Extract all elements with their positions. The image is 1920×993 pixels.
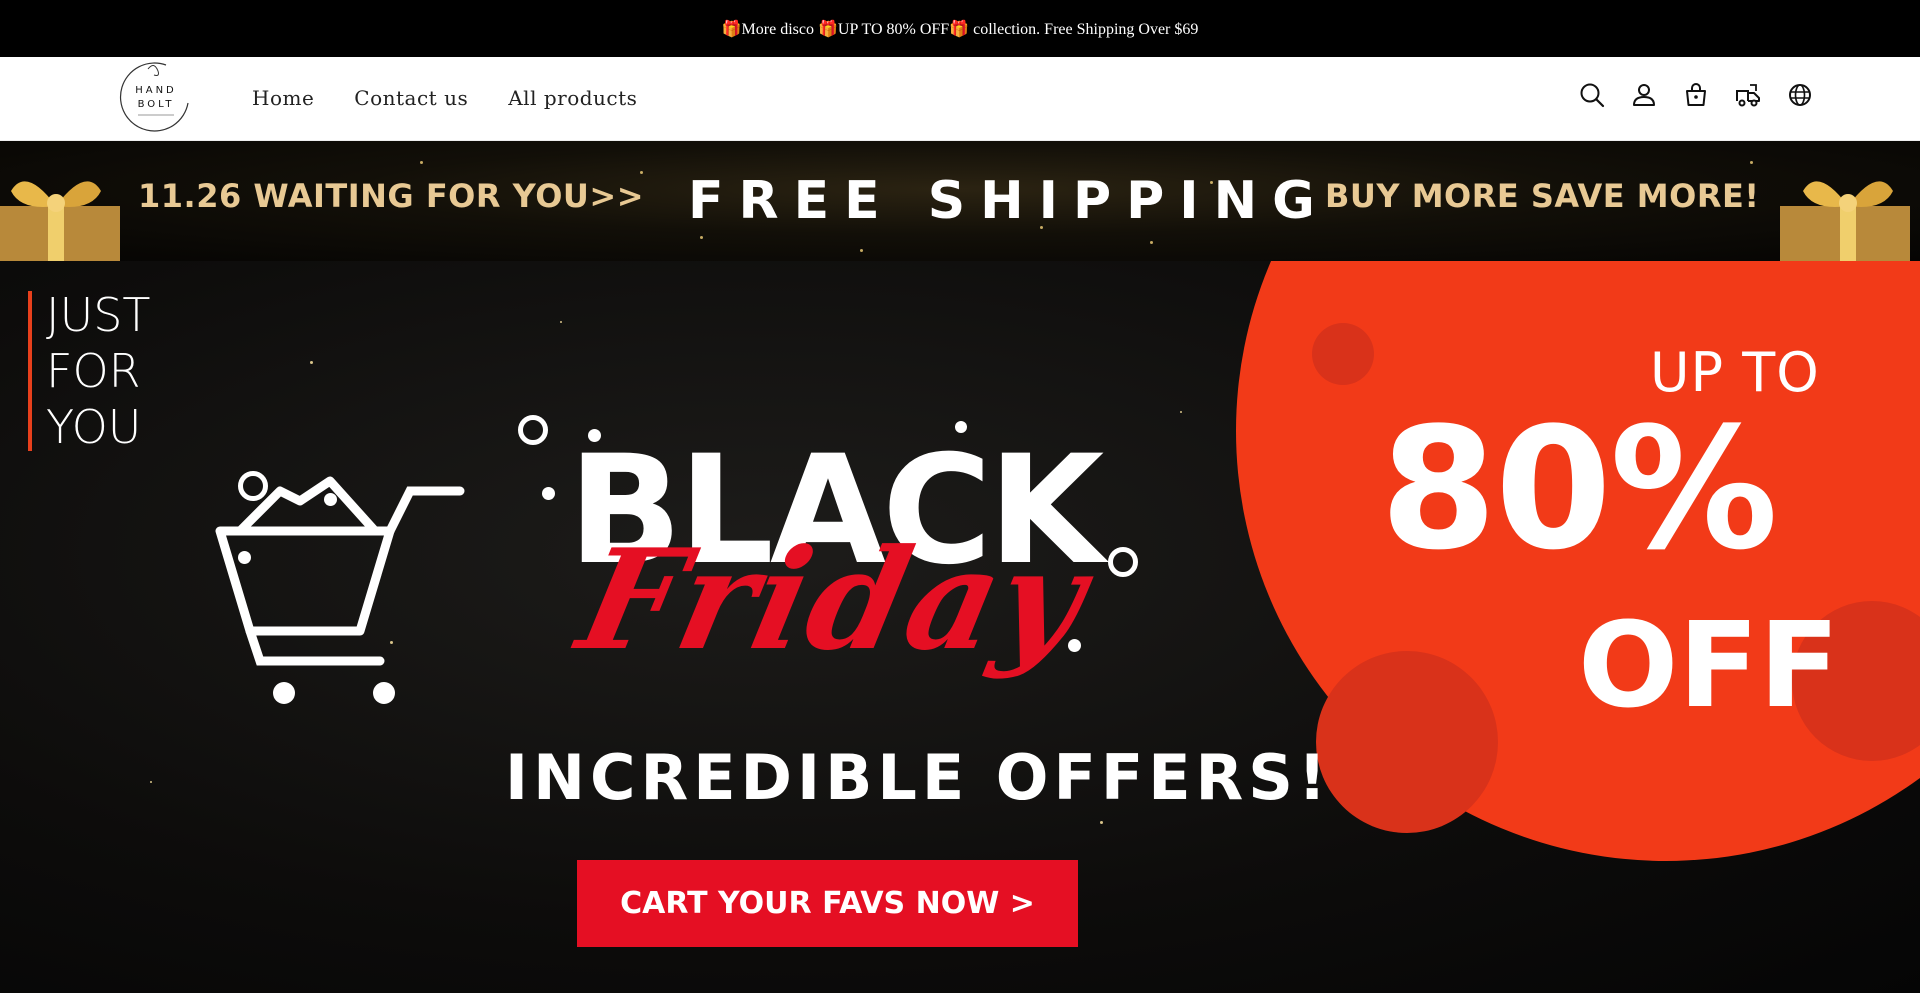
main-nav: Home Contact us All products [252, 83, 677, 113]
just-for-you-text: JUST FOR YOU [46, 288, 151, 454]
announcement-text: 🎁More disco 🎁UP TO 80% OFF🎁 collection. … [721, 20, 1199, 38]
discount-percent: 80% [1380, 391, 1778, 587]
promo-right-text: BUY MORE SAVE MORE! [1325, 177, 1760, 215]
promo-center-text: FREE SHIPPING [688, 171, 1330, 231]
accent-bar [28, 291, 32, 451]
nav-home[interactable]: Home [252, 83, 314, 113]
friday-script-text: Friday [566, 518, 1101, 681]
order-tracking-icon[interactable] [1734, 81, 1762, 109]
gift-box-icon [0, 181, 120, 261]
cart-your-favs-button[interactable]: CART YOUR FAVS NOW > [577, 860, 1078, 947]
cart-icon[interactable] [1682, 81, 1710, 109]
gift-box-icon [1780, 181, 1910, 261]
language-icon[interactable] [1786, 81, 1814, 109]
nav-all-products[interactable]: All products [508, 83, 637, 113]
site-logo[interactable]: HAND BOLT [118, 59, 194, 137]
search-icon[interactable] [1578, 81, 1606, 109]
account-icon[interactable] [1630, 81, 1658, 109]
promo-left-text: 11.26 WAITING FOR YOU>> [138, 177, 644, 215]
header-icons [1578, 81, 1814, 109]
tagline: INCREDIBLE OFFERS! [505, 741, 1332, 814]
hero-banner[interactable]: JUST FOR YOU UP TO 80% OFF BLACK Friday … [0, 261, 1920, 993]
site-header: HAND BOLT Home Contact us All products [0, 57, 1920, 141]
nav-contact-us[interactable]: Contact us [354, 83, 468, 113]
announcement-bar: 🎁More disco 🎁UP TO 80% OFF🎁 collection. … [0, 0, 1920, 57]
promo-banner[interactable]: 11.26 WAITING FOR YOU>> FREE SHIPPING BU… [0, 141, 1920, 261]
off-text: OFF [1578, 596, 1840, 734]
svg-text:BOLT: BOLT [138, 99, 175, 110]
svg-text:HAND: HAND [135, 85, 177, 96]
